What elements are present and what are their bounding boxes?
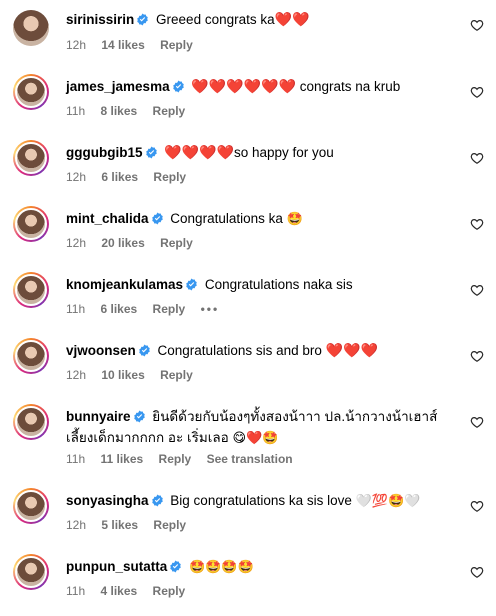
- reply-link[interactable]: Reply: [153, 170, 186, 184]
- reply-link[interactable]: Reply: [160, 38, 193, 52]
- verified-badge-icon: [133, 410, 145, 423]
- username[interactable]: gggubgib15: [66, 145, 143, 160]
- heart-like-icon[interactable]: [470, 18, 484, 32]
- username[interactable]: knomjeankulamas: [66, 277, 183, 292]
- timestamp[interactable]: 11h: [66, 452, 85, 466]
- comment-emoji: ❤️❤️❤️❤️: [164, 144, 234, 160]
- comment-text: so happy for you: [234, 145, 334, 160]
- reply-link[interactable]: Reply: [160, 368, 193, 382]
- username[interactable]: sirinissirin: [66, 12, 134, 27]
- likes-count[interactable]: 6 likes: [101, 170, 138, 184]
- username[interactable]: sonyasingha: [66, 493, 149, 508]
- verified-badge-icon: [151, 494, 163, 507]
- comment-emoji: ❤️❤️❤️: [325, 342, 378, 358]
- likes-count[interactable]: 14 likes: [101, 38, 144, 52]
- likes-count[interactable]: 8 likes: [100, 104, 137, 118]
- heart-like-icon[interactable]: [470, 565, 484, 579]
- avatar[interactable]: [13, 404, 49, 440]
- verified-badge-icon: [172, 80, 184, 93]
- timestamp[interactable]: 12h: [66, 518, 86, 532]
- comment-emoji: 🤩🤩🤩🤩: [189, 559, 254, 574]
- timestamp[interactable]: 12h: [66, 38, 86, 52]
- username[interactable]: bunnyaire: [66, 409, 131, 424]
- heart-like-icon[interactable]: [470, 349, 484, 363]
- likes-count[interactable]: 11 likes: [100, 452, 143, 466]
- reply-link[interactable]: Reply: [160, 236, 193, 250]
- verified-badge-icon: [170, 560, 182, 573]
- heart-like-icon[interactable]: [470, 499, 484, 513]
- comment-text: Big congratulations ka sis love: [170, 493, 356, 508]
- timestamp[interactable]: 12h: [66, 170, 86, 184]
- timestamp[interactable]: 11h: [66, 302, 85, 316]
- heart-like-icon[interactable]: [470, 283, 484, 297]
- avatar[interactable]: [13, 554, 49, 590]
- avatar[interactable]: [13, 10, 49, 46]
- timestamp[interactable]: 12h: [66, 368, 86, 382]
- avatar[interactable]: [13, 206, 49, 242]
- heart-like-icon[interactable]: [470, 217, 484, 231]
- likes-count[interactable]: 5 likes: [101, 518, 138, 532]
- avatar[interactable]: [13, 488, 49, 524]
- comment-text: Congratulations ka: [170, 211, 287, 226]
- comment-text: Congratulations sis and bro: [157, 343, 326, 358]
- heart-like-icon[interactable]: [470, 151, 484, 165]
- reply-link[interactable]: Reply: [153, 584, 186, 598]
- comment-text: congrats na krub: [295, 79, 401, 94]
- likes-count[interactable]: 4 likes: [100, 584, 137, 598]
- avatar[interactable]: [13, 338, 49, 374]
- reply-link[interactable]: Reply: [153, 104, 186, 118]
- comment-text: Greeed congrats ka: [156, 12, 275, 27]
- comment-emoji: 😋❤️🤩: [232, 430, 279, 445]
- comment-emoji: 🤩: [286, 211, 303, 226]
- comment-emoji: 🤍💯🤩🤍: [355, 493, 421, 508]
- verified-badge-icon: [186, 278, 197, 291]
- username[interactable]: vjwoonsen: [66, 343, 136, 358]
- heart-like-icon[interactable]: [470, 415, 484, 429]
- likes-count[interactable]: 6 likes: [100, 302, 137, 316]
- more-options-icon[interactable]: •••: [201, 302, 220, 316]
- reply-link[interactable]: Reply: [159, 452, 192, 466]
- reply-link[interactable]: Reply: [153, 518, 186, 532]
- avatar[interactable]: [13, 74, 49, 110]
- heart-like-icon[interactable]: [470, 85, 484, 99]
- timestamp[interactable]: 11h: [66, 104, 85, 118]
- see-translation-link[interactable]: See translation: [207, 452, 293, 466]
- comment-emoji: ❤️❤️❤️❤️❤️❤️: [191, 78, 296, 94]
- verified-badge-icon: [145, 146, 157, 159]
- likes-count[interactable]: 20 likes: [101, 236, 144, 250]
- verified-badge-icon: [137, 13, 149, 26]
- username[interactable]: punpun_sutatta: [66, 559, 167, 574]
- verified-badge-icon: [139, 344, 150, 357]
- comment-text: Congratulations naka sis: [204, 277, 353, 292]
- avatar[interactable]: [13, 140, 49, 176]
- timestamp[interactable]: 12h: [66, 236, 86, 250]
- reply-link[interactable]: Reply: [153, 302, 186, 316]
- username[interactable]: mint_chalida: [66, 211, 149, 226]
- username[interactable]: james_jamesma: [66, 79, 170, 94]
- likes-count[interactable]: 10 likes: [101, 368, 144, 382]
- comment-emoji: ❤️❤️: [274, 11, 310, 27]
- avatar[interactable]: [13, 272, 49, 308]
- verified-badge-icon: [151, 212, 163, 225]
- timestamp[interactable]: 11h: [66, 584, 85, 598]
